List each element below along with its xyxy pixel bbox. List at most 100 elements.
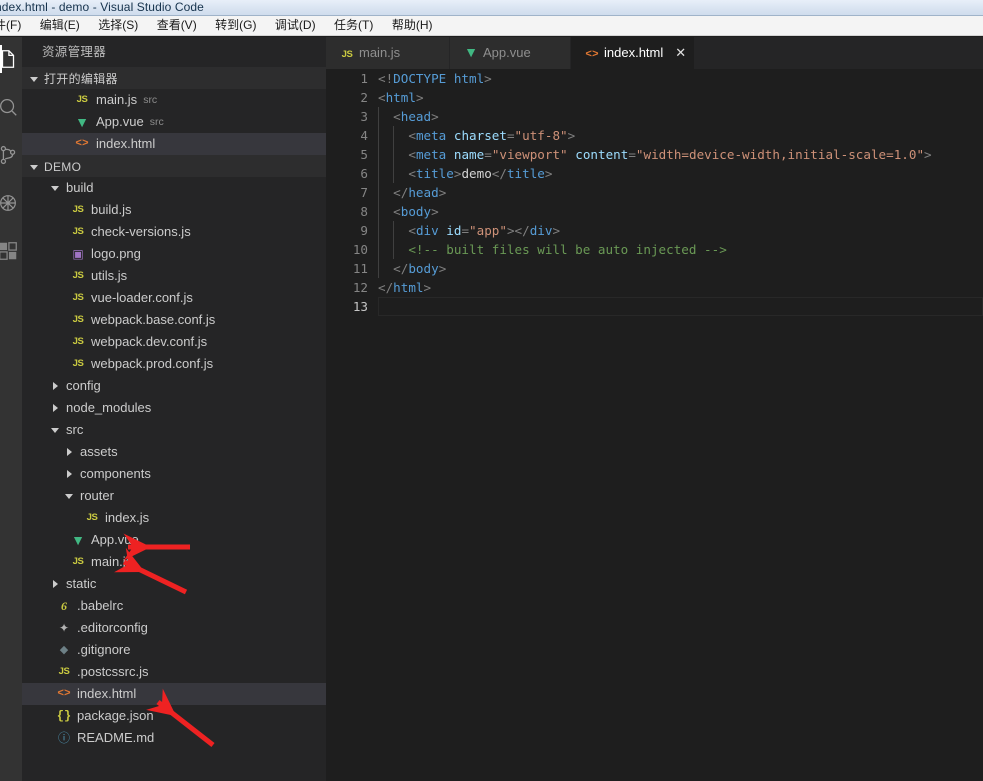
code-text: <meta name="viewport" content="width=dev…: [378, 145, 932, 164]
open-editor-item[interactable]: JSmain.jssrc: [22, 89, 326, 111]
code-text: <!-- built files will be auto injected -…: [378, 240, 727, 259]
code-line: 12</html>: [326, 278, 983, 297]
line-number: 6: [326, 164, 368, 183]
folder-row[interactable]: components: [22, 463, 326, 485]
extensions-icon[interactable]: [0, 237, 22, 265]
js-file-icon: JS: [70, 199, 86, 221]
menu-item-selection[interactable]: 选择(S): [91, 16, 145, 35]
chevron-down-icon: [29, 68, 40, 90]
menu-item-debug[interactable]: 调试(D): [268, 16, 323, 35]
html-file-icon: <>: [74, 133, 90, 155]
html-file-icon: <>: [56, 683, 72, 705]
file-row[interactable]: JSwebpack.dev.conf.js: [22, 331, 326, 353]
editor-tab-bar: JSmain.js▼App.vue<>index.html✕: [326, 37, 983, 69]
js-file-icon: JS: [84, 507, 100, 529]
file-label: .gitignore: [77, 639, 130, 661]
menu-item-view[interactable]: 查看(V): [150, 16, 204, 35]
editor-tab[interactable]: JSmain.js: [326, 37, 450, 69]
search-icon[interactable]: [0, 93, 22, 121]
file-row[interactable]: JSutils.js: [22, 265, 326, 287]
chevron-right-icon[interactable]: [64, 441, 75, 463]
menu-item-file[interactable]: 件(F): [0, 16, 28, 35]
chevron-down-icon[interactable]: [64, 485, 75, 507]
config-gear-icon: ✦: [56, 617, 72, 639]
close-icon[interactable]: ✕: [675, 37, 686, 69]
file-row[interactable]: JSwebpack.base.conf.js: [22, 309, 326, 331]
line-number: 2: [326, 88, 368, 107]
chevron-right-icon[interactable]: [64, 463, 75, 485]
editor-tab[interactable]: ▼App.vue: [450, 37, 571, 69]
file-label: index.js: [105, 507, 149, 529]
file-row[interactable]: <>index.html: [22, 683, 326, 705]
open-editor-item[interactable]: ▼App.vuesrc: [22, 111, 326, 133]
window-titlebar: ndex.html - demo - Visual Studio Code: [0, 0, 983, 16]
file-label: webpack.dev.conf.js: [91, 331, 207, 353]
line-number: 1: [326, 69, 368, 88]
code-line: 1<!DOCTYPE html>: [326, 69, 983, 88]
folder-row[interactable]: router: [22, 485, 326, 507]
code-editor[interactable]: 1<!DOCTYPE html>2<html>3 <head>4 <meta c…: [326, 69, 983, 781]
chevron-down-icon: [29, 156, 40, 178]
file-row[interactable]: JScheck-versions.js: [22, 221, 326, 243]
code-line: 11 </body>: [326, 259, 983, 278]
code-text: </head>: [378, 183, 446, 202]
folder-row[interactable]: node_modules: [22, 397, 326, 419]
chevron-right-icon[interactable]: [50, 573, 61, 595]
file-row[interactable]: JSwebpack.prod.conf.js: [22, 353, 326, 375]
file-row[interactable]: 6.babelrc: [22, 595, 326, 617]
file-label: .editorconfig: [77, 617, 148, 639]
open-editor-item[interactable]: <>index.html: [22, 133, 326, 155]
code-text: <div id="app"></div>: [378, 221, 560, 240]
js-file-icon: JS: [74, 89, 90, 111]
file-row[interactable]: {}package.json: [22, 705, 326, 727]
code-line: 3 <head>: [326, 107, 983, 126]
file-row[interactable]: JSbuild.js: [22, 199, 326, 221]
code-line: 9 <div id="app"></div>: [326, 221, 983, 240]
debug-icon[interactable]: [0, 189, 22, 217]
explorer-title: 资源管理器: [22, 37, 326, 67]
folder-label: src: [66, 419, 83, 441]
js-file-icon: JS: [338, 37, 356, 69]
folder-row[interactable]: static: [22, 573, 326, 595]
tab-label: index.html: [604, 37, 663, 69]
chevron-right-icon[interactable]: [50, 375, 61, 397]
chevron-right-icon[interactable]: [50, 397, 61, 419]
source-control-icon[interactable]: [0, 141, 22, 169]
js-file-icon: JS: [70, 309, 86, 331]
file-row[interactable]: JSvue-loader.conf.js: [22, 287, 326, 309]
file-row[interactable]: JS.postcssrc.js: [22, 661, 326, 683]
file-label: main.js: [96, 89, 137, 111]
js-file-icon: JS: [70, 221, 86, 243]
file-row[interactable]: ✦.editorconfig: [22, 617, 326, 639]
explorer-icon[interactable]: [0, 45, 22, 73]
chevron-down-icon[interactable]: [50, 177, 61, 199]
chevron-down-icon[interactable]: [50, 419, 61, 441]
folder-label: build: [66, 177, 93, 199]
menu-item-goto[interactable]: 转到(G): [208, 16, 263, 35]
tab-label: App.vue: [483, 37, 531, 69]
folder-row[interactable]: config: [22, 375, 326, 397]
menu-item-tasks[interactable]: 任务(T): [327, 16, 380, 35]
menu-item-edit[interactable]: 编辑(E): [33, 16, 87, 35]
file-row[interactable]: ◆.gitignore: [22, 639, 326, 661]
code-text: </body>: [378, 259, 446, 278]
folder-row[interactable]: assets: [22, 441, 326, 463]
menu-item-help[interactable]: 帮助(H): [385, 16, 440, 35]
folder-label: static: [66, 573, 96, 595]
folder-label: components: [80, 463, 151, 485]
file-row[interactable]: ▣logo.png: [22, 243, 326, 265]
activity-bar: [0, 37, 22, 781]
code-line: 10 <!-- built files will be auto injecte…: [326, 240, 983, 259]
file-row[interactable]: ⓘREADME.md: [22, 727, 326, 749]
section-workspace-demo[interactable]: DEMO: [22, 155, 326, 177]
folder-row[interactable]: src: [22, 419, 326, 441]
file-row[interactable]: JSindex.js: [22, 507, 326, 529]
code-line: 4 <meta charset="utf-8">: [326, 126, 983, 145]
editor-tab[interactable]: <>index.html✕: [571, 37, 695, 69]
file-row[interactable]: JSmain.js: [22, 551, 326, 573]
section-open-editors[interactable]: 打开的编辑器: [22, 67, 326, 89]
file-row[interactable]: ▼App.vue: [22, 529, 326, 551]
code-line: 6 <title>demo</title>: [326, 164, 983, 183]
folder-row[interactable]: build: [22, 177, 326, 199]
line-number: 4: [326, 126, 368, 145]
